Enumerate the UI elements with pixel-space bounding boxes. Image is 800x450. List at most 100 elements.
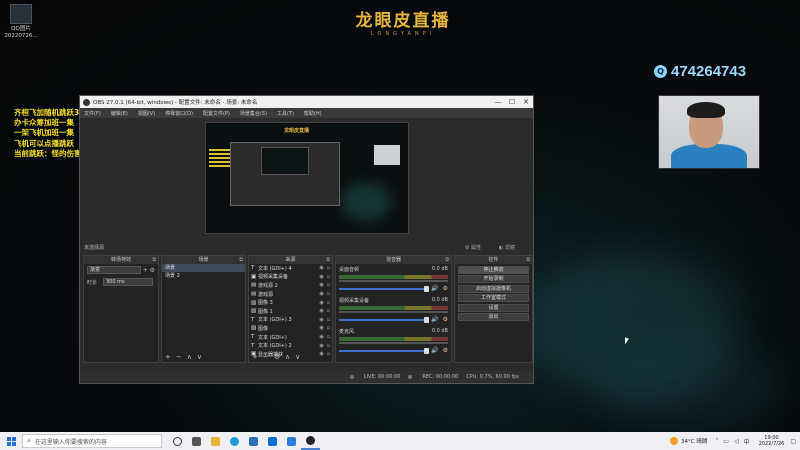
studio-mode-button[interactable]: 工作室模式 [458, 294, 529, 302]
volume-slider-knob[interactable] [424, 316, 430, 323]
eye-icon[interactable]: ◉ [318, 291, 325, 297]
speaker-icon[interactable]: 🔊 [431, 285, 438, 292]
source-item[interactable]: ▨ 图像 ◉ ▫ [249, 324, 332, 333]
speaker-icon[interactable]: 🔊 [431, 316, 438, 323]
taskbar-app[interactable] [187, 432, 206, 450]
taskbar-app-obs[interactable] [301, 432, 320, 450]
eye-icon[interactable]: ◉ [318, 300, 325, 306]
lock-icon[interactable]: ▫ [325, 300, 332, 306]
stop-streaming-button[interactable]: 停止推流 [458, 265, 529, 274]
menu-edit[interactable]: 编辑(E) [111, 110, 128, 117]
taskbar-clock[interactable]: 19:00 2022/7/26 [759, 435, 785, 447]
dock-float-icon[interactable]: ⧉ [239, 256, 243, 264]
add-icon[interactable]: + [165, 353, 171, 361]
dock-float-icon[interactable]: ⧉ [445, 256, 449, 264]
source-item[interactable]: ▤ 游戏源 2 ◉ ▫ [249, 281, 332, 290]
taskbar-app[interactable] [244, 432, 263, 450]
source-item[interactable]: T 文本 (GDI+) 4 ◉ ▫ [249, 264, 332, 273]
task-view-button[interactable] [168, 432, 187, 450]
menu-view[interactable]: 视图(V) [138, 110, 155, 117]
menu-profile[interactable]: 配置文件(P) [203, 110, 230, 117]
maximize-button[interactable]: ☐ [505, 98, 519, 106]
source-item[interactable]: T 文本 (GDI+) ◉ ▫ [249, 333, 332, 342]
gear-icon[interactable]: ⚙ [150, 267, 155, 274]
lock-icon[interactable]: ▫ [325, 325, 332, 331]
menu-help[interactable]: 帮助(H) [304, 110, 322, 117]
obs-preview[interactable]: 龙眼皮直播 [205, 122, 409, 234]
source-item[interactable]: ▨ 图像 1 ◉ ▫ [249, 307, 332, 316]
network-icon[interactable]: ▭ [723, 438, 729, 445]
lock-icon[interactable]: ▫ [325, 274, 332, 280]
start-virtual-camera-button[interactable]: 启动虚拟摄像机 [458, 284, 529, 293]
lock-icon[interactable]: ▫ [325, 291, 332, 297]
gear-icon[interactable]: ⚙ [443, 347, 448, 354]
lock-icon[interactable]: ▫ [325, 317, 332, 323]
lock-icon[interactable]: ▫ [325, 265, 332, 271]
properties-button[interactable]: ⚙ 属性 [465, 244, 481, 251]
dock-float-icon[interactable]: ⧉ [526, 256, 530, 264]
source-item[interactable]: ▤ 游戏源 ◉ ▫ [249, 290, 332, 299]
lock-icon[interactable]: ▫ [325, 282, 332, 288]
volume-icon[interactable]: ◁ [734, 438, 739, 445]
eye-icon[interactable]: ◉ [318, 317, 325, 323]
settings-button[interactable]: 设置 [458, 303, 529, 312]
filters-button[interactable]: ◐ 滤镜 [499, 244, 515, 251]
minimize-button[interactable]: — [491, 98, 505, 106]
dock-float-icon[interactable]: ⧉ [326, 256, 330, 264]
desktop-icon-qq-image[interactable]: QQ图片20220726... [4, 4, 38, 39]
lock-icon[interactable]: ▫ [325, 308, 332, 314]
taskbar-app[interactable] [206, 432, 225, 450]
gear-icon[interactable]: ⚙ [443, 285, 448, 292]
scene-item[interactable]: 场景 [162, 264, 245, 272]
dock-float-icon[interactable]: ⧉ [152, 256, 156, 264]
notification-icon[interactable]: ▢ [790, 438, 796, 445]
menu-tools[interactable]: 工具(T) [277, 110, 294, 117]
scene-item[interactable]: 场景 2 [162, 272, 245, 280]
eye-icon[interactable]: ◉ [318, 274, 325, 280]
weather-text[interactable]: 34°C 晴朗 [681, 437, 707, 445]
speaker-icon[interactable]: 🔊 [431, 347, 438, 354]
input-language[interactable]: 中 [744, 437, 750, 446]
volume-slider-knob[interactable] [424, 285, 430, 292]
lock-icon[interactable]: ▫ [325, 334, 332, 340]
eye-icon[interactable]: ◉ [318, 325, 325, 331]
transition-select[interactable]: 渐变 [87, 266, 141, 274]
exit-button[interactable]: 退出 [458, 313, 529, 321]
move-down-icon[interactable]: ∨ [197, 353, 202, 361]
add-icon[interactable]: + [252, 353, 258, 361]
eye-icon[interactable]: ◉ [318, 343, 325, 349]
move-down-icon[interactable]: ∨ [295, 353, 300, 361]
lock-icon[interactable]: ▫ [325, 343, 332, 349]
eye-icon[interactable]: ◉ [318, 282, 325, 288]
source-item[interactable]: T 文本 (GDI+) 3 ◉ ▫ [249, 316, 332, 325]
eye-icon[interactable]: ◉ [318, 334, 325, 340]
close-button[interactable]: ✕ [519, 98, 533, 106]
source-item[interactable]: T 文本 (GDI+) 2 ◉ ▫ [249, 341, 332, 350]
eye-icon[interactable]: ◉ [318, 308, 325, 314]
taskbar-search[interactable]: ⌕ 在这里输入你要搜索的内容 [22, 434, 162, 448]
menu-file[interactable]: 文件(F) [84, 110, 101, 117]
source-item[interactable]: ▣ 视频采集设备 ◉ ▫ [249, 273, 332, 282]
gear-icon[interactable]: ⚙ [274, 353, 280, 361]
menu-docks[interactable]: 停靠窗口(D) [165, 110, 193, 117]
add-icon[interactable]: + [143, 267, 148, 274]
start-recording-button[interactable]: 开始录制 [458, 275, 529, 283]
move-up-icon[interactable]: ∧ [187, 353, 192, 361]
move-up-icon[interactable]: ∧ [285, 353, 290, 361]
obs-titlebar[interactable]: OBS 27.0.1 (64-bit, windows) - 配置文件: 未命名… [80, 96, 533, 108]
volume-slider[interactable] [339, 316, 430, 323]
gear-icon[interactable]: ⚙ [443, 316, 448, 323]
taskbar-app[interactable] [282, 432, 301, 450]
taskbar-app[interactable] [225, 432, 244, 450]
duration-input[interactable]: 300 ms [103, 278, 153, 286]
volume-slider[interactable] [339, 285, 430, 292]
taskbar-app[interactable] [263, 432, 282, 450]
start-button[interactable] [0, 436, 22, 446]
eye-icon[interactable]: ◉ [318, 265, 325, 271]
remove-icon[interactable]: − [263, 353, 269, 361]
volume-slider[interactable] [339, 347, 430, 354]
weather-sun-icon[interactable] [670, 437, 679, 445]
source-item[interactable]: ▨ 图像 3 ◉ ▫ [249, 298, 332, 307]
menu-scene-collection[interactable]: 场景集合(S) [240, 110, 267, 117]
chevron-up-icon[interactable]: ˄ [715, 438, 718, 445]
